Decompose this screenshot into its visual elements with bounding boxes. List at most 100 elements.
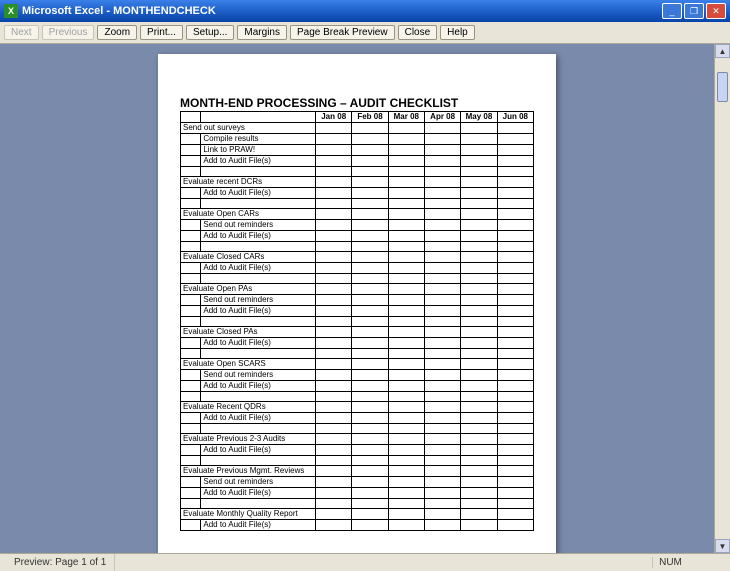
month-cell bbox=[461, 424, 497, 434]
month-cell bbox=[497, 456, 533, 466]
month-cell bbox=[424, 167, 460, 177]
vertical-scrollbar[interactable]: ▲ ▼ bbox=[714, 44, 730, 553]
month-cell bbox=[461, 509, 497, 520]
month-cell bbox=[388, 306, 424, 317]
previous-button[interactable]: Previous bbox=[42, 25, 95, 40]
month-cell bbox=[352, 466, 388, 477]
month-cell bbox=[461, 434, 497, 445]
month-cell bbox=[497, 156, 533, 167]
indent-cell bbox=[181, 263, 201, 274]
month-cell bbox=[461, 370, 497, 381]
indent-cell bbox=[181, 188, 201, 199]
scroll-down-arrow-icon[interactable]: ▼ bbox=[715, 539, 730, 553]
month-cell bbox=[497, 220, 533, 231]
month-cell bbox=[497, 349, 533, 359]
month-cell bbox=[424, 156, 460, 167]
month-cell bbox=[388, 242, 424, 252]
close-window-button[interactable]: ✕ bbox=[706, 3, 726, 19]
month-cell bbox=[316, 284, 352, 295]
next-button[interactable]: Next bbox=[4, 25, 39, 40]
month-cell bbox=[424, 123, 460, 134]
month-cell bbox=[352, 392, 388, 402]
month-cell bbox=[497, 188, 533, 199]
month-cell bbox=[352, 263, 388, 274]
month-cell bbox=[424, 327, 460, 338]
month-cell bbox=[388, 381, 424, 392]
table-row: Add to Audit File(s) bbox=[181, 520, 534, 531]
month-cell bbox=[424, 392, 460, 402]
indent-cell bbox=[181, 370, 201, 381]
month-cell bbox=[388, 434, 424, 445]
month-cell bbox=[352, 274, 388, 284]
month-cell bbox=[352, 306, 388, 317]
table-row: Link to PRAW! bbox=[181, 145, 534, 156]
month-cell bbox=[424, 424, 460, 434]
maximize-button[interactable]: ❐ bbox=[684, 3, 704, 19]
section-cell: Evaluate Open PAs bbox=[181, 284, 316, 295]
month-cell bbox=[352, 413, 388, 424]
month-cell bbox=[316, 413, 352, 424]
month-cell bbox=[497, 134, 533, 145]
month-cell bbox=[388, 199, 424, 209]
month-cell bbox=[316, 349, 352, 359]
month-cell bbox=[461, 134, 497, 145]
month-cell bbox=[461, 231, 497, 242]
task-cell: Add to Audit File(s) bbox=[201, 381, 316, 392]
month-cell bbox=[497, 199, 533, 209]
scroll-thumb[interactable] bbox=[717, 72, 728, 102]
minimize-button[interactable]: _ bbox=[662, 3, 682, 19]
help-button[interactable]: Help bbox=[440, 25, 475, 40]
page-break-preview-button[interactable]: Page Break Preview bbox=[290, 25, 395, 40]
month-cell bbox=[388, 167, 424, 177]
indent-cell bbox=[181, 317, 201, 327]
table-row: Add to Audit File(s) bbox=[181, 263, 534, 274]
task-cell: Link to PRAW! bbox=[201, 145, 316, 156]
table-row: Send out reminders bbox=[181, 370, 534, 381]
task-cell: Add to Audit File(s) bbox=[201, 263, 316, 274]
month-cell bbox=[424, 370, 460, 381]
month-cell bbox=[424, 263, 460, 274]
indent-cell bbox=[181, 274, 201, 284]
task-cell bbox=[201, 499, 316, 509]
month-cell bbox=[497, 242, 533, 252]
setup-button[interactable]: Setup... bbox=[186, 25, 234, 40]
table-row: Evaluate Previous 2-3 Audits bbox=[181, 434, 534, 445]
indent-cell bbox=[181, 145, 201, 156]
scroll-up-arrow-icon[interactable]: ▲ bbox=[715, 44, 730, 58]
month-cell bbox=[388, 123, 424, 134]
month-cell bbox=[497, 381, 533, 392]
section-cell: Evaluate Previous 2-3 Audits bbox=[181, 434, 316, 445]
month-cell bbox=[388, 445, 424, 456]
month-cell bbox=[497, 274, 533, 284]
month-cell bbox=[461, 381, 497, 392]
month-cell bbox=[352, 488, 388, 499]
margins-button[interactable]: Margins bbox=[237, 25, 287, 40]
month-cell bbox=[388, 392, 424, 402]
month-cell bbox=[388, 499, 424, 509]
indent-cell bbox=[181, 445, 201, 456]
table-row bbox=[181, 167, 534, 177]
print-button[interactable]: Print... bbox=[140, 25, 183, 40]
month-cell bbox=[388, 327, 424, 338]
month-cell bbox=[388, 188, 424, 199]
task-cell: Add to Audit File(s) bbox=[201, 520, 316, 531]
print-preview-toolbar: Next Previous Zoom Print... Setup... Mar… bbox=[0, 22, 730, 44]
month-cell bbox=[497, 123, 533, 134]
task-cell: Send out reminders bbox=[201, 295, 316, 306]
table-row bbox=[181, 317, 534, 327]
month-cell bbox=[461, 349, 497, 359]
month-header: Mar 08 bbox=[388, 112, 424, 123]
month-cell bbox=[497, 177, 533, 188]
month-cell bbox=[316, 424, 352, 434]
month-cell bbox=[497, 477, 533, 488]
month-cell bbox=[316, 306, 352, 317]
zoom-button[interactable]: Zoom bbox=[97, 25, 137, 40]
month-cell bbox=[316, 338, 352, 349]
month-cell bbox=[316, 199, 352, 209]
month-cell bbox=[316, 456, 352, 466]
month-cell bbox=[316, 520, 352, 531]
month-cell bbox=[461, 456, 497, 466]
close-preview-button[interactable]: Close bbox=[398, 25, 438, 40]
paper-area[interactable]: MONTH-END PROCESSING – AUDIT CHECKLIST J… bbox=[0, 44, 714, 553]
month-cell bbox=[461, 209, 497, 220]
